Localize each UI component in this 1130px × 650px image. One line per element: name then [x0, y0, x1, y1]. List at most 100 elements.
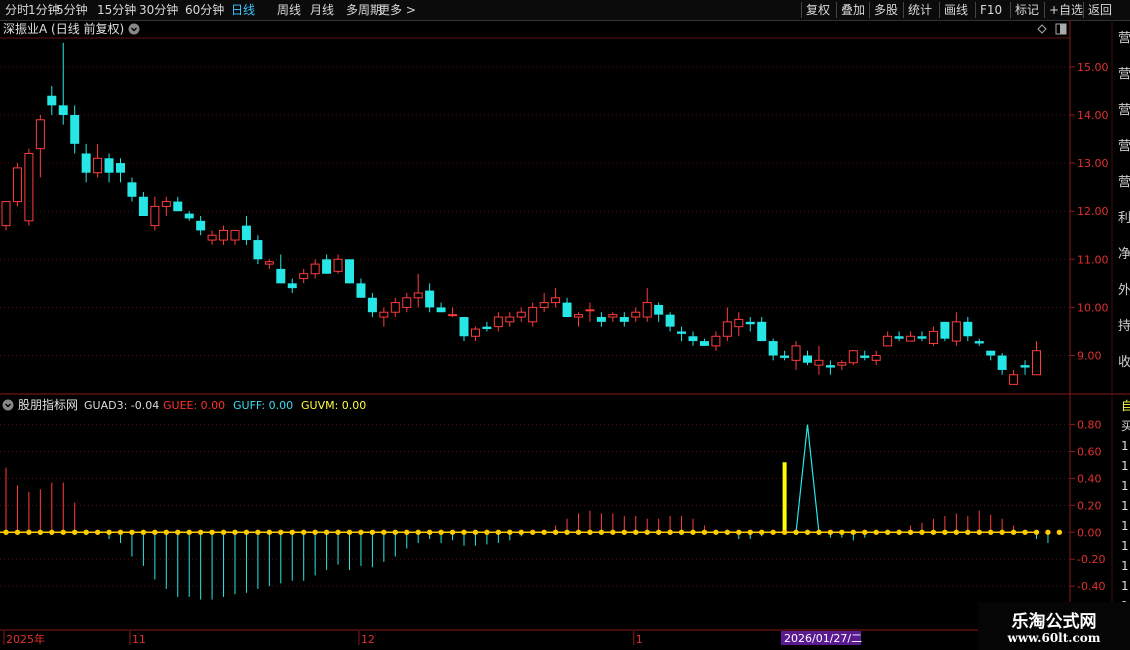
candle-body [35, 119, 45, 150]
zero-dot [472, 529, 479, 535]
spike-line [795, 424, 820, 533]
sidebar-value: 1 [1121, 519, 1129, 533]
sidebar-label: 净 [1118, 247, 1130, 262]
zero-dot [14, 529, 21, 535]
candle-body [803, 355, 812, 363]
zero-dot [518, 529, 524, 535]
zero-dot [953, 529, 960, 535]
zero-dot [541, 529, 547, 535]
candle-body [241, 225, 251, 241]
zero-dot [1045, 529, 1051, 535]
candle-body [951, 321, 961, 342]
price-tick-label: 14.00 [1077, 109, 1109, 122]
zero-dot [186, 529, 192, 535]
zero-dot [346, 529, 353, 535]
watermark-title: 乐淘公式网 [1011, 612, 1097, 632]
candle-body [963, 321, 973, 337]
candle-body [219, 229, 229, 241]
sidebar-value: 1 [1121, 439, 1129, 453]
indicator-dropdown-icon [2, 399, 14, 411]
zero-dot [530, 529, 536, 535]
zero-dot [793, 529, 799, 535]
zero-dot [988, 529, 994, 535]
indicator-tick-label: -0.40 [1077, 580, 1105, 593]
candle-body [276, 268, 286, 284]
candle-body [81, 153, 91, 173]
candle-body [47, 95, 57, 106]
zero-dot [83, 529, 89, 535]
zero-dot [3, 529, 9, 535]
candle-body [608, 314, 618, 318]
candle-body [677, 331, 687, 334]
time-label: 1 [636, 633, 643, 646]
candle-body [390, 302, 400, 313]
zero-dot [129, 529, 135, 535]
candle-body [631, 311, 641, 318]
zero-dot [999, 529, 1005, 535]
indicator-tick-label: -0.20 [1077, 553, 1105, 566]
zero-dot [220, 529, 227, 535]
indicator-name: 股朋指标网 [18, 397, 78, 412]
candle-body [539, 302, 549, 308]
candle-body [757, 321, 767, 342]
kline-chart: 9.0010.0011.0012.0013.0014.0015.00深振业A (… [0, 20, 1130, 646]
zero-dot [335, 529, 341, 535]
candle-body [585, 309, 595, 312]
sidebar-label: 营 [1118, 31, 1130, 46]
zero-dot [152, 529, 158, 535]
zero-dot [266, 529, 273, 535]
zero-dot [26, 529, 32, 535]
zero-dot [621, 529, 627, 535]
price-tick-label: 13.00 [1077, 157, 1109, 170]
zero-dot [610, 529, 616, 535]
zero-dot [495, 529, 502, 535]
zero-dot [94, 529, 101, 535]
indicator-tick-label: 0.80 [1077, 419, 1102, 432]
zero-dot [552, 529, 559, 535]
sidebar-label: 营 [1118, 175, 1130, 190]
price-panel-title: 深振业A (日线 前复权) [3, 21, 124, 36]
zero-dot [117, 529, 124, 535]
candle-body [562, 302, 572, 318]
zero-dot [587, 529, 593, 535]
sidebar-value: 买 [1121, 419, 1130, 433]
candle-body [734, 318, 744, 328]
candle-body [596, 317, 606, 322]
candle-body [505, 316, 515, 323]
indicator-value: GUFF: 0.00 [233, 399, 293, 412]
indicator-tick-label: 0.60 [1077, 446, 1102, 459]
candle-body [688, 336, 698, 342]
candle-body [814, 359, 824, 366]
zero-dot [507, 529, 513, 535]
candle-body [24, 152, 34, 222]
candle-body [70, 114, 80, 144]
candle-body [699, 341, 709, 346]
candle-body [619, 317, 629, 322]
indicator-value: GUAD3: -0.04 [84, 399, 159, 412]
zero-dot [839, 529, 845, 535]
zero-dot [930, 529, 937, 535]
candle-body [711, 335, 721, 347]
candle-body [1, 201, 11, 227]
candle-body [425, 290, 435, 308]
candle-body [367, 297, 377, 313]
zero-dot [713, 529, 719, 535]
price-tick-label: 15.00 [1077, 61, 1109, 74]
candle-body [654, 305, 664, 315]
zero-dot [655, 529, 662, 535]
zero-dot [1056, 529, 1063, 535]
candle-body [722, 321, 732, 337]
candle-body [1009, 374, 1019, 385]
zero-dot [1010, 529, 1017, 535]
zero-dot [358, 529, 364, 535]
candle-body [459, 317, 469, 337]
candle-body [768, 341, 778, 356]
zero-dot [644, 529, 650, 535]
sidebar-value: 1 [1121, 499, 1129, 513]
zero-dot [106, 529, 112, 535]
zero-dot [232, 529, 238, 535]
sidebar-label: 利 [1118, 211, 1130, 226]
zero-dot [449, 529, 456, 535]
candle-body [184, 213, 194, 219]
zero-dot [564, 529, 570, 535]
